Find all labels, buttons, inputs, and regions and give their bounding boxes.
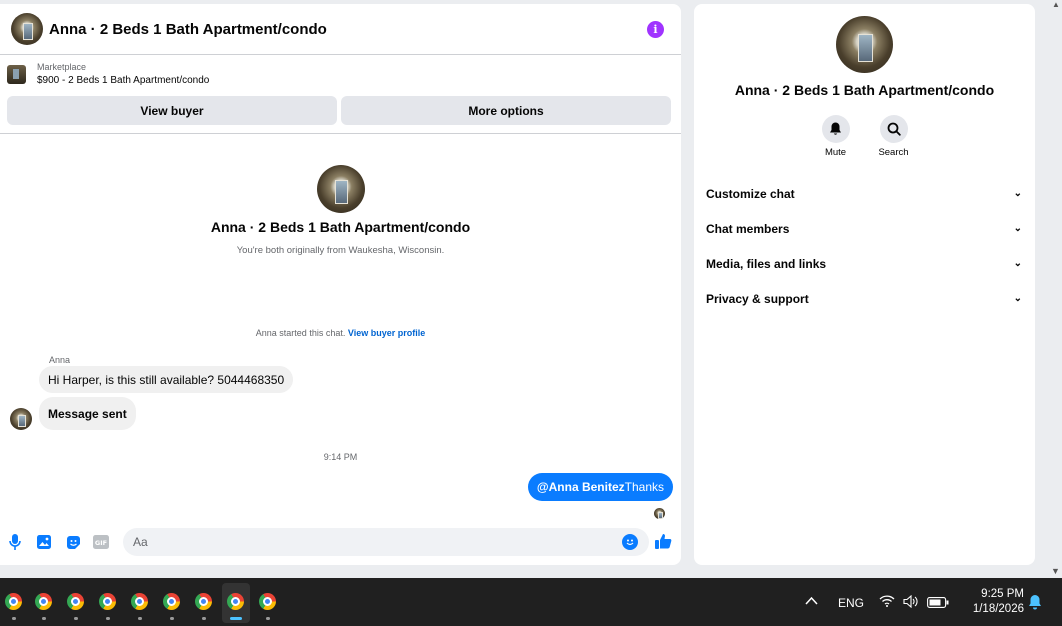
clock-time: 9:25 PM [981, 588, 1024, 600]
composer: GIF [0, 527, 681, 561]
microphone-icon[interactable] [7, 534, 23, 550]
incoming-message[interactable]: Hi Harper, is this still available? 5044… [39, 366, 294, 393]
gif-icon[interactable]: GIF [93, 534, 109, 550]
listing-price-title: $900 - 2 Beds 1 Bath Apartment/condo [37, 75, 210, 86]
chat-header: Anna · 2 Beds 1 Bath Apartment/condo i [0, 4, 681, 55]
section-label: Chat members [706, 221, 790, 236]
running-indicator [138, 617, 142, 620]
taskbar-chrome-app[interactable] [30, 583, 58, 623]
system-text: Anna started this chat. [255, 328, 346, 338]
chrome-icon [259, 593, 276, 610]
listing-thumbnail [7, 64, 26, 84]
show-hidden-icons-chevron-up-icon[interactable] [805, 594, 818, 608]
search-icon [879, 115, 908, 143]
taskbar-chrome-app[interactable] [62, 583, 90, 623]
emoji-icon[interactable] [622, 534, 638, 550]
mention[interactable]: @Anna Benitez [537, 480, 625, 494]
running-indicator [202, 617, 206, 620]
message-timestamp: 9:14 PM [323, 452, 358, 462]
outgoing-message[interactable]: @Anna Benitez Thanks [527, 473, 673, 501]
incoming-message[interactable]: Message sent [39, 397, 136, 430]
system-message: Anna started this chat. View buyer profi… [0, 328, 681, 338]
chevron-down-icon: ⌄ [1013, 258, 1022, 269]
info-sections: Customize chat ⌄ Chat members ⌄ Media, f… [694, 176, 1035, 316]
scroll-up-arrow-icon[interactable]: ▲ [1052, 0, 1060, 9]
chevron-down-icon: ⌄ [1013, 223, 1022, 234]
mute-button[interactable]: Mute [820, 115, 852, 158]
chevron-down-icon: ⌄ [1013, 293, 1022, 304]
profile-name: Anna · 2 Beds 1 Bath Apartment/condo [734, 82, 995, 98]
notification-bell-icon[interactable] [1028, 594, 1042, 613]
section-privacy-support[interactable]: Privacy & support ⌄ [694, 281, 1035, 316]
chat-avatar[interactable] [11, 13, 43, 45]
running-indicator [74, 617, 78, 620]
section-label: Customize chat [706, 186, 795, 201]
taskbar-chrome-app-active[interactable] [222, 583, 250, 623]
search-button[interactable]: Search [878, 115, 910, 158]
chrome-icon [99, 593, 116, 610]
photo-icon[interactable] [36, 534, 52, 550]
listing-label: Marketplace [37, 62, 87, 72]
taskbar-chrome-app[interactable] [190, 583, 218, 623]
wifi-icon[interactable] [879, 595, 895, 610]
svg-text:GIF: GIF [95, 539, 107, 547]
seen-avatar [654, 508, 665, 519]
chrome-icon [5, 593, 22, 610]
running-indicator [42, 617, 46, 620]
thumbs-up-icon[interactable] [654, 532, 672, 550]
listing-actions: View buyer More options [0, 93, 681, 134]
marketplace-listing[interactable]: Marketplace $900 - 2 Beds 1 Bath Apartme… [0, 55, 681, 93]
taskbar-chrome-app[interactable] [126, 583, 154, 623]
sender-avatar[interactable] [10, 408, 32, 430]
running-indicator [106, 617, 110, 620]
chat-title[interactable]: Anna · 2 Beds 1 Bath Apartment/condo [49, 21, 327, 38]
chevron-down-icon: ⌄ [1013, 188, 1022, 199]
scroll-down-arrow-icon[interactable]: ▼ [1051, 566, 1060, 576]
taskbar-chrome-app[interactable] [158, 583, 186, 623]
clock-date: 1/18/2026 [972, 603, 1024, 615]
intro-name: Anna · 2 Beds 1 Bath Apartment/condo [210, 219, 471, 235]
search-label: Search [878, 147, 909, 158]
running-indicator [266, 617, 270, 620]
chat-panel: Anna · 2 Beds 1 Bath Apartment/condo i M… [0, 4, 681, 565]
section-chat-members[interactable]: Chat members ⌄ [694, 211, 1035, 246]
taskbar-chrome-app[interactable] [254, 583, 282, 623]
conversation-info-panel: Anna · 2 Beds 1 Bath Apartment/condo Mut… [694, 4, 1035, 565]
taskbar: ENG 9:25 PM 1/18/2026 [0, 578, 1062, 626]
profile-avatar[interactable] [836, 16, 893, 73]
chat-intro: Anna · 2 Beds 1 Bath Apartment/condo You… [0, 165, 681, 256]
intro-avatar[interactable] [316, 165, 365, 213]
section-label: Media, files and links [706, 256, 827, 271]
chrome-icon [35, 593, 52, 610]
more-options-button[interactable]: More options [341, 96, 671, 125]
taskbar-chrome-app[interactable] [0, 583, 28, 623]
chrome-icon [67, 593, 84, 610]
chrome-icon [227, 593, 244, 610]
mute-label: Mute [824, 147, 847, 158]
section-label: Privacy & support [706, 291, 809, 306]
bell-icon [821, 115, 850, 143]
section-media-files-links[interactable]: Media, files and links ⌄ [694, 246, 1035, 281]
profile-actions: Mute Search [694, 115, 1035, 158]
running-indicator [12, 617, 16, 620]
language-indicator[interactable]: ENG [838, 596, 864, 610]
taskbar-chrome-app[interactable] [94, 583, 122, 623]
running-indicator [230, 617, 242, 620]
view-buyer-button[interactable]: View buyer [7, 96, 337, 125]
battery-icon[interactable] [927, 597, 949, 611]
sender-name: Anna [49, 355, 71, 365]
volume-icon[interactable] [903, 594, 918, 611]
chrome-icon [131, 593, 148, 610]
section-customize-chat[interactable]: Customize chat ⌄ [694, 176, 1035, 211]
outgoing-text: Thanks [624, 480, 664, 494]
info-icon[interactable]: i [647, 21, 664, 38]
intro-subtitle: You're both originally from Waukesha, Wi… [236, 245, 445, 256]
view-buyer-profile-link[interactable]: View buyer profile [348, 328, 425, 338]
sticker-icon[interactable] [65, 534, 81, 550]
message-input[interactable] [123, 528, 649, 556]
chrome-icon [163, 593, 180, 610]
system-clock[interactable]: 9:25 PM 1/18/2026 [960, 587, 1024, 617]
running-indicator [170, 617, 174, 620]
chrome-icon [195, 593, 212, 610]
